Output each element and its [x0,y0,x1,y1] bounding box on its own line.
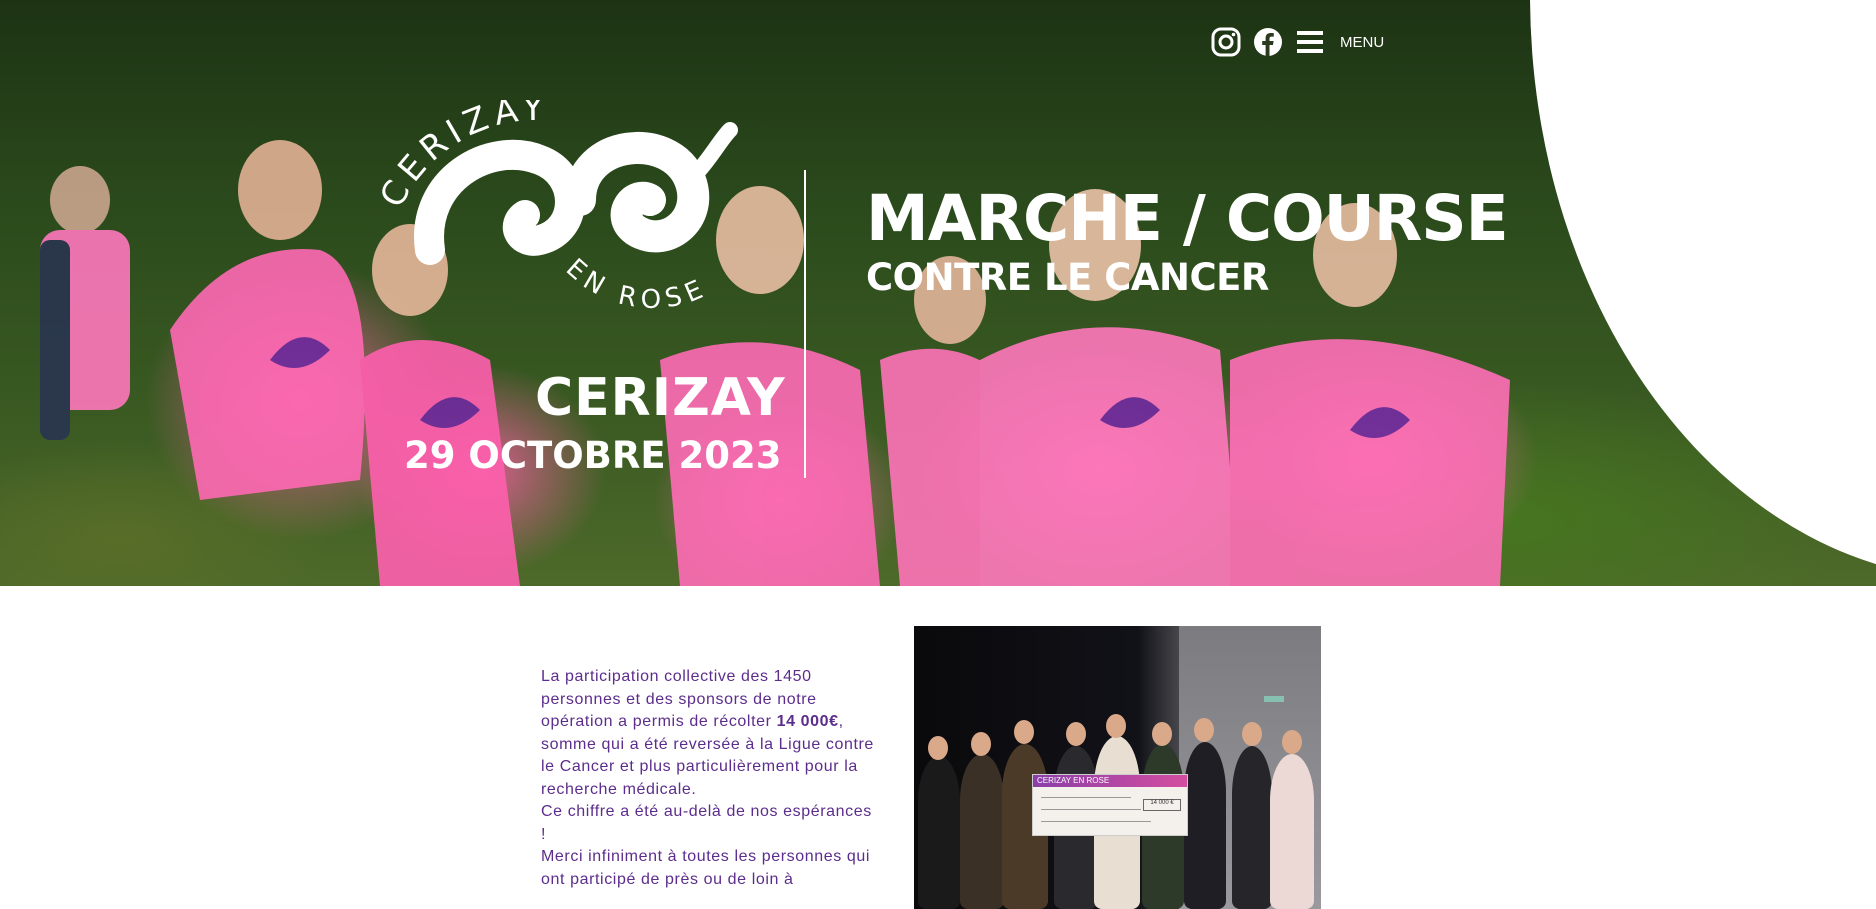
results-paragraph: La participation collective des 1450 per… [541,668,874,798]
donation-cheque: CERIZAY EN ROSE 14 000 € [1032,774,1188,836]
event-subtitle: CONTRE LE CANCER [866,256,1269,299]
event-date: 29 OCTOBRE 2023 [404,434,782,477]
cheque-ceremony-photo: CERIZAY EN ROSE 14 000 € [914,626,1321,909]
event-title: MARCHE / COURSE [866,182,1509,255]
menu-label[interactable]: MENU [1340,34,1384,51]
expectations-paragraph: Ce chiffre a été au-delà de nos espéranc… [541,803,872,843]
amount-raised: 14 000€ [776,713,839,730]
thanks-paragraph: Merci infiniment à toutes les personnes … [541,848,871,888]
cerizay-en-rose-logo: CERIZAY EN ROSE [372,89,780,340]
hero-banner: MENU CERIZAY EN ROSE CERIZAY 29 OCTOBRE … [0,0,1876,586]
svg-text:EN ROSE: EN ROSE [560,253,713,315]
event-city: CERIZAY [535,368,786,428]
hero-divider [804,170,806,478]
facebook-icon[interactable] [1252,26,1284,58]
header-bar: MENU [1210,26,1384,58]
instagram-icon[interactable] [1210,26,1242,58]
results-text: La participation collective des 1450 per… [541,666,881,891]
menu-icon[interactable] [1294,26,1326,58]
